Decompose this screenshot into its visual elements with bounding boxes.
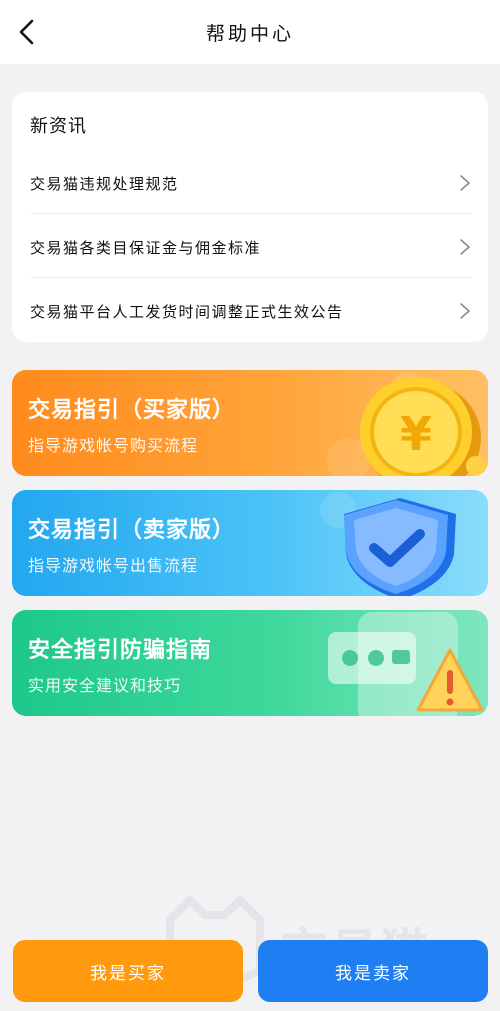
banner-subtitle: 指导游戏帐号购买流程 <box>28 438 199 455</box>
news-item-label: 交易猫违规处理规范 <box>30 174 179 193</box>
gold-coin-icon: ¥ <box>326 372 486 476</box>
banner-subtitle: 指导游戏帐号出售流程 <box>28 558 199 575</box>
news-heading: 新资讯 <box>30 116 87 137</box>
news-card: 新资讯 交易猫违规处理规范 交易猫各类目保证金与佣金标准 交易猫平台人工发货时间… <box>12 92 488 342</box>
phone-warning-icon <box>328 612 484 716</box>
seller-button[interactable]: 我是卖家 <box>258 940 488 1002</box>
seller-button-label: 我是卖家 <box>335 963 411 984</box>
chevron-right-icon <box>460 175 470 191</box>
buyer-guide-banner[interactable]: 交易指引（买家版） 指导游戏帐号购买流程 ¥ <box>12 370 488 476</box>
back-button[interactable] <box>8 14 44 50</box>
svg-text:¥: ¥ <box>400 407 432 461</box>
news-item[interactable]: 交易猫平台人工发货时间调整正式生效公告 <box>30 280 472 342</box>
chevron-left-icon <box>19 19 34 45</box>
buyer-button-label: 我是买家 <box>90 963 166 984</box>
banner-title: 交易指引（卖家版） <box>28 517 236 542</box>
news-item-label: 交易猫各类目保证金与佣金标准 <box>30 238 262 257</box>
safety-guide-banner[interactable]: 安全指引防骗指南 实用安全建议和技巧 <box>12 610 488 716</box>
seller-guide-banner[interactable]: 交易指引（卖家版） 指导游戏帐号出售流程 <box>12 490 488 596</box>
news-item[interactable]: 交易猫违规处理规范 <box>30 152 472 214</box>
news-item[interactable]: 交易猫各类目保证金与佣金标准 <box>30 216 472 278</box>
top-bar: 帮助中心 <box>0 0 500 64</box>
page-title: 帮助中心 <box>205 22 294 45</box>
banner-title: 交易指引（买家版） <box>28 397 236 422</box>
banner-subtitle: 实用安全建议和技巧 <box>28 678 182 695</box>
news-item-label: 交易猫平台人工发货时间调整正式生效公告 <box>30 302 344 321</box>
banner-title: 安全指引防骗指南 <box>28 637 213 662</box>
chevron-right-icon <box>460 239 470 255</box>
buyer-button[interactable]: 我是买家 <box>13 940 243 1002</box>
shield-check-icon <box>320 492 456 596</box>
chevron-right-icon <box>460 303 470 319</box>
